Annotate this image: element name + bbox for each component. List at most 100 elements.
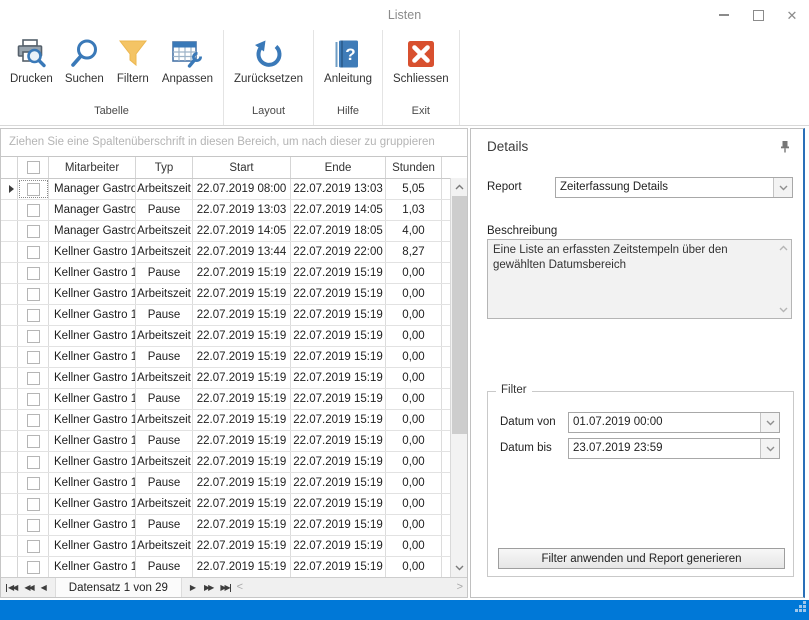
- nav-prev-icon[interactable]: ◀: [37, 584, 51, 592]
- column-header-mitarbeiter[interactable]: Mitarbeiter: [49, 157, 136, 178]
- row-checkbox[interactable]: [27, 393, 40, 406]
- row-select-cell[interactable]: [18, 179, 49, 199]
- row-select-cell[interactable]: [18, 452, 49, 472]
- table-row[interactable]: Kellner Gastro 1 Pause 22.07.2019 15:19 …: [1, 305, 450, 326]
- vertical-scrollbar[interactable]: [450, 178, 467, 577]
- nav-next-page-icon[interactable]: ▶▶: [200, 584, 216, 592]
- table-row[interactable]: Kellner Gastro 1 Arbeitszeit 22.07.2019 …: [1, 494, 450, 515]
- scrollbar-thumb[interactable]: [452, 196, 467, 434]
- row-select-cell[interactable]: [18, 515, 49, 535]
- row-select-cell[interactable]: [18, 326, 49, 346]
- table-row[interactable]: Kellner Gastro 1 Arbeitszeit 22.07.2019 …: [1, 452, 450, 473]
- zuruecksetzen-button[interactable]: Zurücksetzen: [228, 35, 309, 87]
- row-checkbox[interactable]: [27, 183, 40, 196]
- nav-first-icon[interactable]: ◀◀: [6, 584, 20, 592]
- row-select-cell[interactable]: [18, 473, 49, 493]
- row-select-cell[interactable]: [18, 200, 49, 220]
- table-row[interactable]: Kellner Gastro 1 Pause 22.07.2019 15:19 …: [1, 473, 450, 494]
- row-select-cell[interactable]: [18, 410, 49, 430]
- anleitung-button[interactable]: ? Anleitung: [318, 35, 378, 87]
- table-row[interactable]: Kellner Gastro 1 Pause 22.07.2019 15:19 …: [1, 431, 450, 452]
- row-select-cell[interactable]: [18, 557, 49, 577]
- cell-ende: 22.07.2019 14:05: [291, 200, 386, 220]
- table-row[interactable]: Kellner Gastro 1 Pause 22.07.2019 15:19 …: [1, 557, 450, 578]
- close-icon[interactable]: ✕: [785, 8, 799, 22]
- datum-von-dropdown[interactable]: 01.07.2019 00:00: [568, 412, 780, 433]
- drucken-button[interactable]: Drucken: [4, 35, 59, 87]
- row-select-cell[interactable]: [18, 284, 49, 304]
- schliessen-button[interactable]: Schliessen: [387, 35, 455, 87]
- row-checkbox[interactable]: [27, 435, 40, 448]
- scroll-up-icon[interactable]: [451, 179, 467, 195]
- nav-next-icon[interactable]: ▶: [186, 584, 200, 592]
- row-checkbox[interactable]: [27, 498, 40, 511]
- filtern-button[interactable]: Filtern: [110, 35, 156, 87]
- row-checkbox[interactable]: [27, 288, 40, 301]
- report-dropdown-button[interactable]: [773, 178, 792, 197]
- column-header-stunden[interactable]: Stunden: [386, 157, 442, 178]
- row-checkbox[interactable]: [27, 372, 40, 385]
- column-header-start[interactable]: Start: [193, 157, 291, 178]
- suchen-button[interactable]: Suchen: [59, 35, 110, 87]
- table-row[interactable]: Kellner Gastro 1 Arbeitszeit 22.07.2019 …: [1, 536, 450, 557]
- minimize-icon[interactable]: [717, 8, 731, 22]
- cell-filler: [442, 263, 450, 283]
- row-checkbox[interactable]: [27, 225, 40, 238]
- anpassen-button[interactable]: Anpassen: [156, 35, 219, 87]
- table-row[interactable]: Kellner Gastro 1 Pause 22.07.2019 15:19 …: [1, 515, 450, 536]
- row-checkbox[interactable]: [27, 456, 40, 469]
- row-select-cell[interactable]: [18, 347, 49, 367]
- column-header-typ[interactable]: Typ: [136, 157, 193, 178]
- beschreibung-textbox[interactable]: Eine Liste an erfassten Zeitstempeln übe…: [487, 239, 792, 319]
- report-dropdown[interactable]: Zeiterfassung Details: [555, 177, 793, 198]
- row-select-cell[interactable]: [18, 389, 49, 409]
- row-checkbox[interactable]: [27, 204, 40, 217]
- column-header-ende[interactable]: Ende: [291, 157, 386, 178]
- table-row[interactable]: Kellner Gastro 1 Arbeitszeit 22.07.2019 …: [1, 284, 450, 305]
- nav-last-icon[interactable]: ▶▶: [216, 584, 230, 592]
- table-row[interactable]: Kellner Gastro 1 Pause 22.07.2019 15:19 …: [1, 389, 450, 410]
- apply-filter-button[interactable]: Filter anwenden und Report generieren: [498, 548, 785, 569]
- table-row[interactable]: Kellner Gastro 1 Arbeitszeit 22.07.2019 …: [1, 410, 450, 431]
- datum-bis-dropdown-button[interactable]: [760, 439, 779, 458]
- table-row[interactable]: Manager Gastro Pause 22.07.2019 13:03 22…: [1, 200, 450, 221]
- row-select-cell[interactable]: [18, 263, 49, 283]
- row-select-cell[interactable]: [18, 221, 49, 241]
- table-row[interactable]: Kellner Gastro 1 Pause 22.07.2019 15:19 …: [1, 347, 450, 368]
- resize-grip-icon[interactable]: [793, 599, 806, 617]
- row-checkbox[interactable]: [27, 477, 40, 490]
- select-all-checkbox[interactable]: [27, 161, 40, 174]
- maximize-icon[interactable]: [751, 8, 765, 22]
- header-select-all-cell[interactable]: [18, 157, 49, 178]
- hscroll-left-icon[interactable]: <: [233, 582, 247, 593]
- table-row[interactable]: Kellner Gastro 1 Arbeitszeit 22.07.2019 …: [1, 368, 450, 389]
- row-checkbox[interactable]: [27, 330, 40, 343]
- row-checkbox[interactable]: [27, 540, 40, 553]
- table-row[interactable]: Kellner Gastro 1 Arbeitszeit 22.07.2019 …: [1, 326, 450, 347]
- row-checkbox[interactable]: [27, 267, 40, 280]
- row-select-cell[interactable]: [18, 368, 49, 388]
- desc-scroll-up-icon[interactable]: [777, 242, 789, 254]
- row-checkbox[interactable]: [27, 414, 40, 427]
- nav-prev-page-icon[interactable]: ◀◀: [20, 584, 36, 592]
- row-select-cell[interactable]: [18, 494, 49, 514]
- datum-bis-dropdown[interactable]: 23.07.2019 23:59: [568, 438, 780, 459]
- row-checkbox[interactable]: [27, 351, 40, 364]
- row-checkbox[interactable]: [27, 309, 40, 322]
- row-select-cell[interactable]: [18, 536, 49, 556]
- row-checkbox[interactable]: [27, 246, 40, 259]
- row-select-cell[interactable]: [18, 431, 49, 451]
- scroll-down-icon[interactable]: [451, 560, 467, 576]
- pin-icon[interactable]: [779, 140, 791, 158]
- row-select-cell[interactable]: [18, 305, 49, 325]
- row-select-cell[interactable]: [18, 242, 49, 262]
- desc-scroll-down-icon[interactable]: [777, 304, 789, 316]
- datum-von-dropdown-button[interactable]: [760, 413, 779, 432]
- table-row[interactable]: Manager Gastro Arbeitszeit 22.07.2019 14…: [1, 221, 450, 242]
- row-checkbox[interactable]: [27, 519, 40, 532]
- table-row[interactable]: Kellner Gastro 1 Pause 22.07.2019 15:19 …: [1, 263, 450, 284]
- table-row[interactable]: Kellner Gastro 1 Arbeitszeit 22.07.2019 …: [1, 242, 450, 263]
- hscroll-right-icon[interactable]: >: [453, 582, 467, 593]
- row-checkbox[interactable]: [27, 561, 40, 574]
- table-row[interactable]: Manager Gastro Arbeitszeit 22.07.2019 08…: [1, 179, 450, 200]
